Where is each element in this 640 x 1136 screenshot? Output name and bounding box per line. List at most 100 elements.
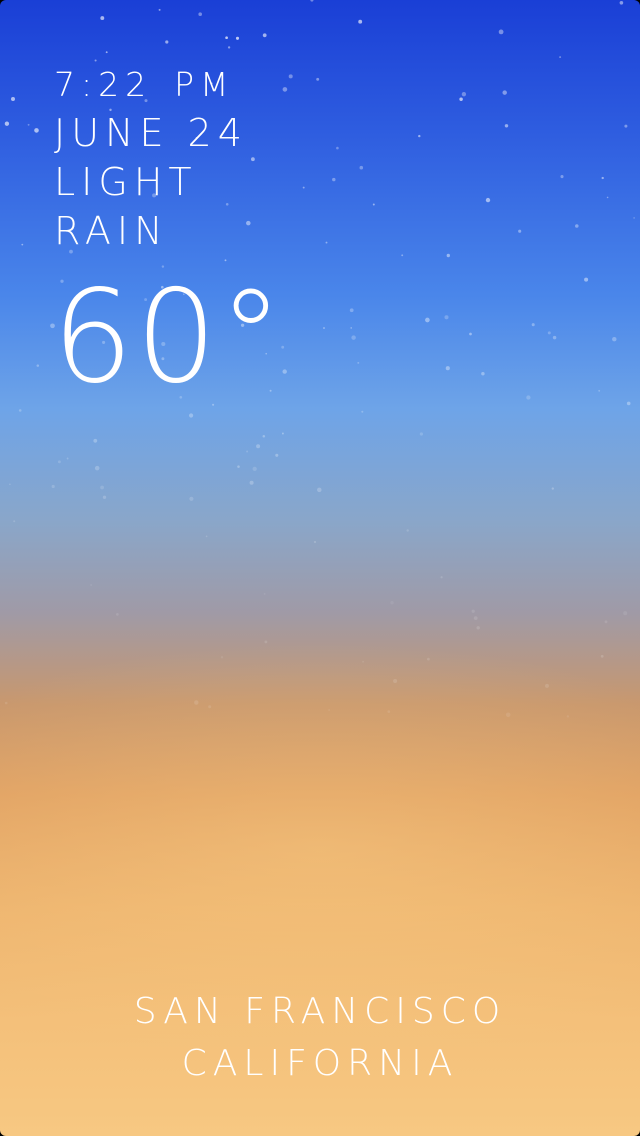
rain-dot: [471, 609, 475, 613]
rain-dot: [485, 197, 491, 203]
rain-dot: [36, 364, 40, 367]
rain-dot: [165, 40, 169, 44]
rain-dot: [225, 36, 228, 40]
rain-dot: [623, 611, 628, 616]
condition-line-1: LIGHT: [54, 160, 198, 204]
rain-dot: [551, 487, 554, 490]
rain-dot: [313, 540, 317, 544]
rain-dot: [18, 409, 22, 412]
rain-dot: [350, 327, 353, 329]
rain-dot: [205, 535, 208, 538]
rain-dot: [461, 92, 467, 97]
rain-dot: [4, 121, 10, 126]
rain-dot: [275, 453, 279, 457]
rain-dot: [526, 395, 531, 400]
rain-dot: [459, 97, 463, 101]
rain-dot: [281, 432, 284, 435]
rain-dot: [606, 196, 609, 199]
rain-dot: [332, 177, 336, 182]
rain-dot: [372, 203, 375, 206]
rain-dot: [600, 654, 604, 658]
rain-dot: [282, 87, 288, 92]
rain-dot: [27, 123, 30, 126]
rain-dot: [624, 124, 628, 128]
rain-dot: [419, 432, 423, 436]
location-city: SAN FRANCISCO: [133, 991, 507, 1032]
rain-dot: [469, 332, 472, 336]
rain-dot: [262, 434, 266, 438]
rain-dot: [288, 74, 293, 79]
rain-dot: [502, 90, 507, 95]
rain-dot: [316, 77, 320, 81]
rain-dot: [626, 401, 631, 406]
rain-dot: [93, 438, 98, 443]
rain-dot: [51, 484, 55, 489]
rain-dot: [158, 8, 161, 11]
rain-dot: [100, 485, 104, 490]
rain-dot: [325, 241, 328, 244]
rain-dot: [100, 16, 105, 21]
rain-dot: [357, 361, 360, 364]
rain-dot: [440, 576, 443, 579]
rain-dot: [246, 450, 249, 453]
rain-dot: [189, 496, 194, 501]
rain-dot: [198, 12, 202, 16]
temperature-display: 60°: [52, 263, 285, 412]
rain-dot: [598, 389, 601, 392]
time-display: 7:22 PM: [54, 60, 248, 109]
rain-dot: [351, 335, 356, 340]
rain-dot: [251, 157, 255, 162]
rain-dot: [21, 243, 24, 246]
rain-dot: [34, 128, 39, 133]
rain-dot: [105, 51, 108, 54]
rain-dot: [425, 317, 430, 323]
rain-dot: [504, 124, 509, 128]
location-display[interactable]: SAN FRANCISCO CALIFORNIA: [0, 986, 640, 1090]
rain-dot: [252, 466, 257, 472]
rain-dot: [560, 175, 564, 179]
rain-dot: [559, 56, 562, 59]
rain-dot: [189, 413, 194, 418]
rain-dot: [633, 217, 635, 219]
weather-info: 7:22 PM JUNE 24 LIGHT RAIN: [54, 60, 248, 256]
rain-dot: [518, 229, 522, 233]
rain-dot: [310, 0, 314, 2]
rain-dot: [481, 371, 485, 376]
rain-dot: [94, 465, 100, 471]
rain-dot: [446, 253, 450, 258]
rain-dot: [418, 134, 421, 138]
rain-dot: [361, 410, 364, 413]
rain-dot: [249, 480, 254, 485]
rain-dot: [575, 224, 579, 228]
time-meridiem: PM: [174, 65, 235, 104]
rain-dot: [237, 465, 240, 468]
rain-dot: [13, 520, 16, 523]
rain-dot: [57, 460, 61, 464]
location-region: CALIFORNIA: [181, 1043, 459, 1084]
rain-dot: [401, 254, 404, 257]
rain-dot: [336, 146, 339, 150]
date-display: JUNE 24: [54, 111, 248, 155]
rain-dot: [90, 583, 93, 587]
condition-line-2: RAIN: [54, 209, 169, 253]
time-value: 7:22: [54, 65, 153, 104]
rain-dot: [224, 259, 227, 262]
rain-dot: [116, 613, 119, 616]
rain-dot: [358, 19, 363, 24]
rain-dot: [601, 176, 604, 180]
weather-screen: 7:22 PM JUNE 24 LIGHT RAIN 60° SAN FRANCI…: [0, 0, 640, 1136]
rain-dot: [619, 1, 624, 5]
rain-dot: [66, 457, 69, 460]
rain-dot: [473, 616, 478, 620]
rain-dot: [612, 336, 617, 342]
rain-dot: [406, 529, 409, 532]
rain-dot: [359, 165, 364, 170]
rain-dot: [444, 315, 449, 320]
rain-dot: [584, 277, 589, 282]
rain-dot: [9, 483, 11, 486]
rain-dot: [476, 626, 480, 630]
rain-dot: [349, 308, 354, 313]
rain-dot: [445, 366, 450, 371]
rain-dot: [227, 46, 231, 49]
rain-dot: [262, 33, 267, 38]
